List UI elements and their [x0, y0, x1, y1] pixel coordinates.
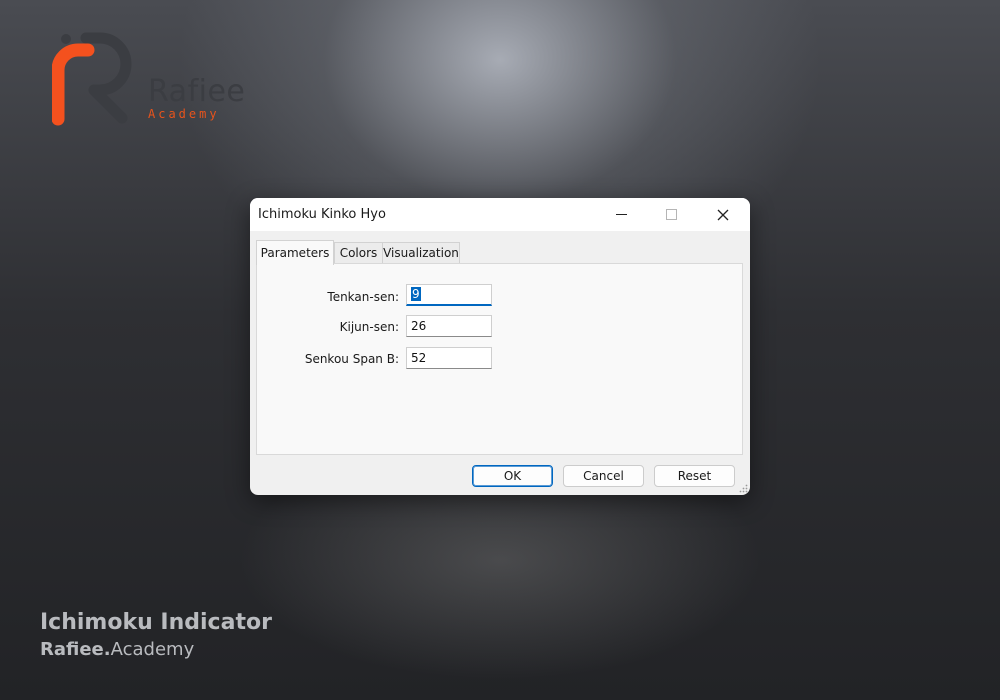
- maximize-button[interactable]: [648, 198, 694, 231]
- close-icon: [717, 209, 729, 220]
- minimize-button[interactable]: [598, 198, 644, 231]
- dialog-title: Ichimoku Kinko Hyo: [258, 207, 386, 222]
- maximize-icon: [665, 209, 677, 220]
- logo-wordmark: Rafiee: [148, 74, 246, 109]
- cancel-button[interactable]: Cancel: [563, 465, 644, 487]
- ichimoku-dialog: Ichimoku Kinko Hyo Parameters Colors Vis…: [250, 198, 750, 495]
- close-button[interactable]: [700, 198, 746, 231]
- tenkan-sen-value: 9: [411, 287, 421, 301]
- tab-visualization[interactable]: Visualization: [382, 242, 460, 263]
- reset-button[interactable]: Reset: [654, 465, 735, 487]
- caption-title: Ichimoku Indicator: [40, 610, 272, 635]
- ok-button[interactable]: OK: [472, 465, 553, 487]
- tab-colors[interactable]: Colors: [334, 242, 383, 263]
- tenkan-sen-input[interactable]: 9: [406, 284, 492, 306]
- senkou-span-b-value: 52: [411, 351, 427, 365]
- tenkan-sen-label: Tenkan-sen:: [327, 290, 399, 304]
- caption-brand-light: Academy: [110, 639, 195, 660]
- parameters-panel: Tenkan-sen: 9 Kijun-sen: 26 Senkou Span …: [256, 263, 743, 455]
- resize-grip-icon[interactable]: [739, 484, 748, 493]
- logo-mark-icon: [51, 32, 132, 126]
- kijun-sen-input[interactable]: 26: [406, 315, 492, 337]
- rafiee-logo: Rafiee Academy: [51, 30, 252, 130]
- tab-parameters[interactable]: Parameters: [256, 240, 334, 265]
- kijun-sen-label: Kijun-sen:: [339, 320, 399, 334]
- senkou-span-b-input[interactable]: 52: [406, 347, 492, 369]
- minimize-icon: [615, 214, 627, 215]
- caption-brand: Rafiee.Academy: [40, 639, 194, 660]
- title-bar[interactable]: Ichimoku Kinko Hyo: [250, 198, 750, 231]
- logo-subtitle: Academy: [148, 107, 220, 121]
- senkou-span-b-label: Senkou Span B:: [304, 352, 399, 366]
- kijun-sen-value: 26: [411, 319, 427, 333]
- caption-brand-bold: Rafiee.: [40, 639, 111, 660]
